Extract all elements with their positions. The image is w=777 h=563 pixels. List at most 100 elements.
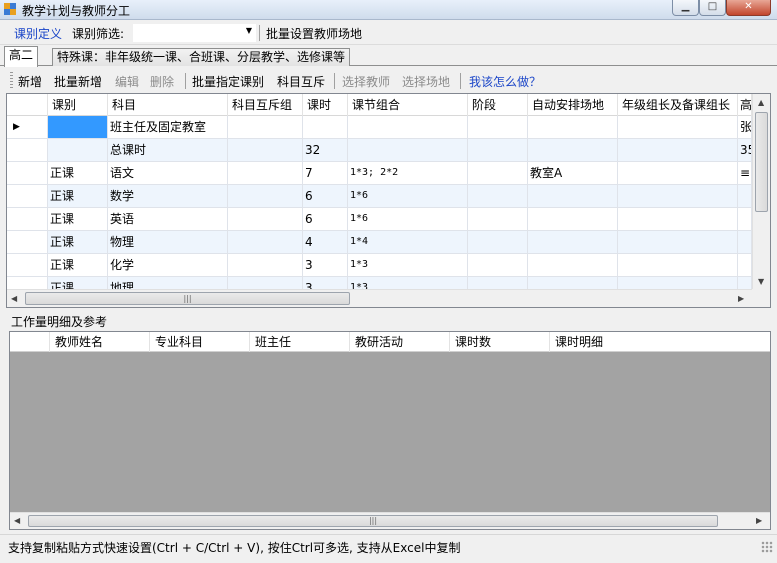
column-header[interactable]: 课时数 bbox=[450, 332, 550, 352]
column-header[interactable]: 班主任 bbox=[250, 332, 350, 352]
table-cell[interactable]: ≡ bbox=[738, 162, 752, 185]
table-cell[interactable] bbox=[738, 231, 752, 254]
row-header[interactable] bbox=[7, 254, 48, 277]
table-row[interactable]: 正课 化学 3 1*3 bbox=[7, 254, 752, 277]
table-cell[interactable] bbox=[618, 116, 738, 139]
table-cell[interactable]: 总课时 bbox=[108, 139, 228, 162]
table-cell[interactable]: 32 bbox=[303, 139, 348, 162]
resize-grip-icon[interactable] bbox=[761, 541, 773, 553]
table-cell[interactable] bbox=[528, 231, 618, 254]
scroll-down-icon[interactable]: ▼ bbox=[758, 277, 764, 286]
table-cell[interactable]: 正课 bbox=[48, 208, 108, 231]
table-cell[interactable]: 6 bbox=[303, 185, 348, 208]
scroll-thumb[interactable] bbox=[755, 112, 768, 212]
table-cell[interactable] bbox=[468, 185, 528, 208]
subject-exclusive-button[interactable]: 科目互斥 bbox=[277, 73, 325, 90]
scroll-left-icon[interactable]: ◀ bbox=[14, 516, 20, 525]
row-header[interactable] bbox=[7, 185, 48, 208]
table-cell[interactable] bbox=[468, 254, 528, 277]
scroll-right-icon[interactable]: ▶ bbox=[738, 294, 744, 303]
table-cell[interactable] bbox=[618, 208, 738, 231]
table-cell[interactable]: 语文 bbox=[108, 162, 228, 185]
table-cell[interactable]: 化学 bbox=[108, 254, 228, 277]
category-filter-select[interactable]: ▼ bbox=[133, 24, 256, 42]
table-cell[interactable] bbox=[618, 185, 738, 208]
column-header[interactable]: 课时 bbox=[303, 94, 348, 116]
column-header[interactable]: 科目 bbox=[108, 94, 228, 116]
table-cell[interactable] bbox=[738, 254, 752, 277]
table-cell[interactable] bbox=[738, 185, 752, 208]
table-cell[interactable]: 物理 bbox=[108, 231, 228, 254]
table-cell[interactable] bbox=[618, 139, 738, 162]
batch-assign-category-button[interactable]: 批量指定课别 bbox=[192, 73, 264, 90]
column-header[interactable]: 专业科目 bbox=[150, 332, 250, 352]
scroll-left-icon[interactable]: ◀ bbox=[11, 294, 17, 303]
table-cell[interactable]: 班主任及固定教室 bbox=[108, 116, 228, 139]
table-cell[interactable] bbox=[228, 185, 303, 208]
select-venue-button[interactable]: 选择场地 bbox=[402, 73, 450, 90]
row-header[interactable] bbox=[7, 231, 48, 254]
row-header[interactable] bbox=[7, 208, 48, 231]
table-row[interactable]: ▶ 班主任及固定教室 张 bbox=[7, 116, 752, 139]
table-row[interactable]: 正课 英语 6 1*6 bbox=[7, 208, 752, 231]
table-cell[interactable] bbox=[348, 116, 468, 139]
add-button[interactable]: 新增 bbox=[18, 73, 42, 90]
table-cell[interactable] bbox=[228, 139, 303, 162]
define-category-link[interactable]: 课别定义 bbox=[14, 25, 62, 42]
table-cell[interactable]: 4 bbox=[303, 231, 348, 254]
tab-special-courses[interactable]: 特殊课：非年级统一课、合班课、分层教学、选修课等 bbox=[52, 48, 351, 66]
table-cell[interactable] bbox=[228, 162, 303, 185]
column-header[interactable]: 课别 bbox=[48, 94, 108, 116]
table-cell[interactable] bbox=[528, 116, 618, 139]
table-cell[interactable] bbox=[468, 208, 528, 231]
batch-venue-button[interactable]: 批量设置教师场地 bbox=[266, 25, 362, 42]
table-cell[interactable] bbox=[618, 162, 738, 185]
table-row[interactable]: 总课时 32 35 bbox=[7, 139, 752, 162]
table-cell[interactable]: 正课 bbox=[48, 162, 108, 185]
table-cell[interactable] bbox=[303, 116, 348, 139]
table-cell[interactable]: 教室A bbox=[528, 162, 618, 185]
table-cell[interactable] bbox=[528, 185, 618, 208]
table-cell[interactable]: 正课 bbox=[48, 185, 108, 208]
column-header[interactable]: 科目互斥组 bbox=[228, 94, 303, 116]
help-link[interactable]: 我该怎么做？ bbox=[469, 73, 541, 90]
table-cell[interactable] bbox=[468, 139, 528, 162]
table-cell[interactable]: 3 bbox=[303, 254, 348, 277]
table-row[interactable]: 正课 语文 7 1*3; 2*2 教室A ≡ bbox=[7, 162, 752, 185]
maximize-button[interactable]: □ bbox=[699, 0, 726, 16]
scroll-thumb[interactable]: ||| bbox=[25, 292, 350, 305]
tab-grade-two[interactable]: 高二 bbox=[4, 46, 39, 67]
table-row[interactable]: 正课 物理 4 1*4 bbox=[7, 231, 752, 254]
table-cell[interactable]: 英语 bbox=[108, 208, 228, 231]
table-cell[interactable] bbox=[528, 254, 618, 277]
column-header[interactable]: 教研活动 bbox=[350, 332, 450, 352]
table-cell[interactable]: 1*6 bbox=[348, 208, 468, 231]
edit-button[interactable]: 编辑 bbox=[115, 73, 139, 90]
column-header[interactable]: 课时明细 bbox=[550, 332, 770, 352]
table-cell[interactable]: 正课 bbox=[48, 231, 108, 254]
column-header[interactable]: 年级组长及备课组长 bbox=[618, 94, 738, 116]
table-cell[interactable] bbox=[528, 139, 618, 162]
scroll-right-icon[interactable]: ▶ bbox=[756, 516, 762, 525]
row-header[interactable]: ▶ bbox=[7, 116, 48, 139]
table-cell[interactable] bbox=[228, 116, 303, 139]
table-row[interactable]: 正课 数学 6 1*6 bbox=[7, 185, 752, 208]
delete-button[interactable]: 删除 bbox=[150, 73, 174, 90]
scroll-up-icon[interactable]: ▲ bbox=[758, 98, 764, 107]
scroll-thumb[interactable]: ||| bbox=[28, 515, 718, 527]
table-cell[interactable]: 1*3; 2*2 bbox=[348, 162, 468, 185]
column-header[interactable]: 课节组合 bbox=[348, 94, 468, 116]
table-cell[interactable] bbox=[48, 139, 108, 162]
vertical-scrollbar[interactable]: ▲ ▼ bbox=[752, 94, 770, 290]
table-cell[interactable]: 7 bbox=[303, 162, 348, 185]
table-cell[interactable]: 6 bbox=[303, 208, 348, 231]
row-header[interactable] bbox=[7, 139, 48, 162]
table-cell[interactable]: 正课 bbox=[48, 254, 108, 277]
table-cell[interactable] bbox=[468, 231, 528, 254]
table-cell[interactable]: 35 bbox=[738, 139, 752, 162]
column-header[interactable]: 自动安排场地 bbox=[528, 94, 618, 116]
column-header[interactable]: 高 bbox=[738, 94, 752, 116]
table-cell[interactable]: 1*3 bbox=[348, 254, 468, 277]
column-header[interactable]: 教师姓名 bbox=[50, 332, 150, 352]
table-cell[interactable] bbox=[228, 231, 303, 254]
